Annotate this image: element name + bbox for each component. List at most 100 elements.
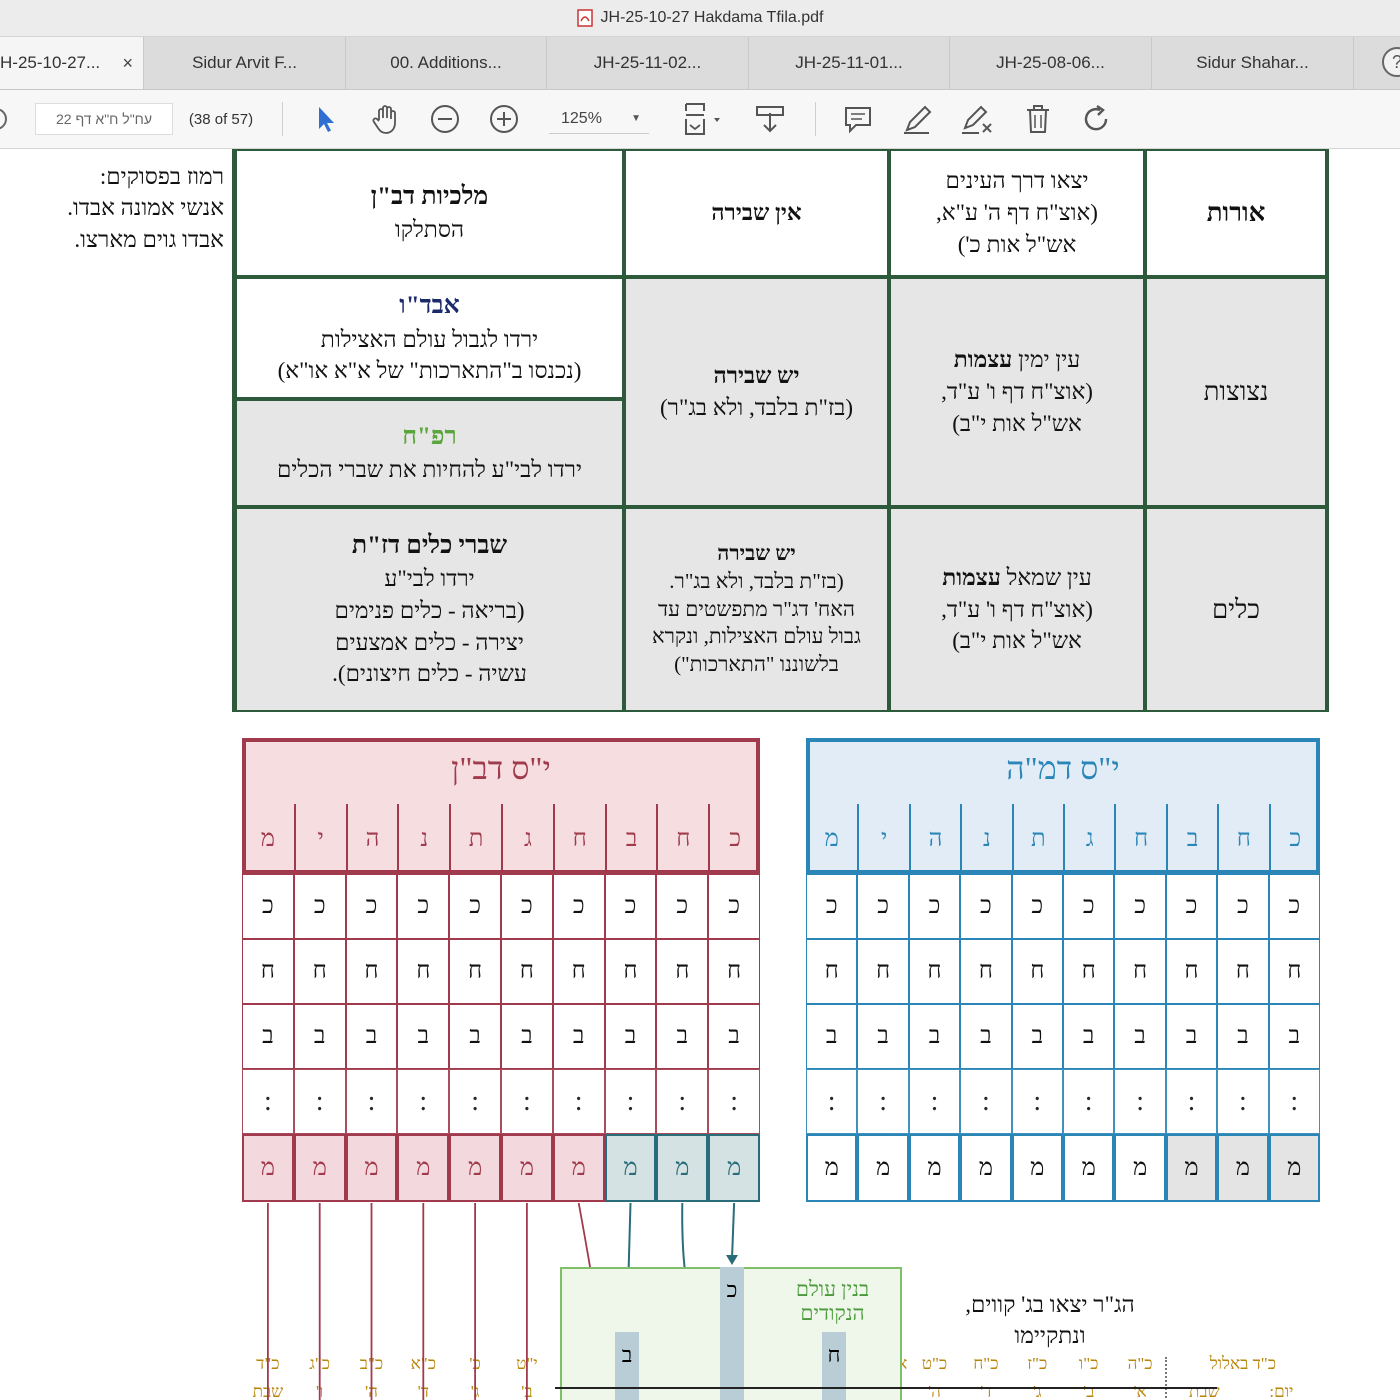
row3-col1: עין שמאל עצמות (אוצ"ח דף ו' ע"ד, אש"ל או…: [889, 507, 1145, 712]
grid-header-cell: י: [857, 804, 908, 874]
trash-icon[interactable]: [1018, 90, 1058, 148]
grid-cell: כ: [1063, 874, 1115, 939]
tab-sidur-shahar[interactable]: Sidur Shahar...: [1152, 37, 1354, 89]
zoom-in-icon[interactable]: [485, 90, 523, 148]
tab-label: H-25-10-27...: [0, 53, 101, 72]
grid-cell: ב: [1011, 1004, 1063, 1069]
tab-jh-25-11-01[interactable]: JH-25-11-01...: [749, 37, 950, 89]
grid-cell: :: [708, 1069, 760, 1134]
grid-cell: כ: [242, 874, 294, 939]
grid-cell: ב: [242, 1004, 294, 1069]
grid-cell: ח: [908, 939, 961, 1004]
sefirot-table: אורות יצאו דרך העינים (אוצ"ח דף ה' ע"א, …: [232, 149, 1329, 712]
grid-bottom-cell: מ: [242, 1134, 294, 1202]
grid-cell: ב: [708, 1004, 760, 1069]
grid-bottom-cell: מ: [908, 1134, 961, 1202]
grid-header-cell: ב: [604, 804, 657, 874]
close-icon[interactable]: ×: [122, 53, 133, 74]
comment-icon[interactable]: [838, 90, 878, 148]
grid-header-cell: נ: [960, 804, 1011, 874]
tab-sidur-arvit[interactable]: Sidur Arvit F...: [144, 37, 346, 89]
grid-cell: כ: [397, 874, 450, 939]
grid-title: י"ס דב"ן: [451, 750, 551, 786]
grid-bottom-cell: מ: [857, 1134, 909, 1202]
grid-cell: ח: [1114, 939, 1166, 1004]
grid-title: י"ס דמ"ה: [1006, 750, 1120, 786]
grid-cell: ב: [501, 1004, 553, 1069]
page-number-field[interactable]: עח"ל ח"א דף 22: [34, 90, 174, 148]
grid-header-cell: י: [293, 804, 346, 874]
chevron-down-icon: ▼: [631, 113, 641, 124]
tab-additions[interactable]: 00. Additions...: [346, 37, 547, 89]
grid-bottom-cell: מ: [1063, 1134, 1115, 1202]
help-icon[interactable]: ?: [1382, 47, 1400, 77]
grid-header-cell: ה: [345, 804, 398, 874]
bar-bet-label: ב: [621, 1342, 633, 1367]
grid-cell: ח: [501, 939, 553, 1004]
grid-cell: ב: [345, 1004, 398, 1069]
grid-header-cell: ח: [656, 804, 708, 874]
tab-hakdama[interactable]: H-25-10-27... ×: [0, 37, 144, 89]
grid-cell: :: [1217, 1069, 1269, 1134]
zoom-value: 125%: [561, 109, 602, 127]
grid-cell: כ: [345, 874, 398, 939]
grid-cell: :: [552, 1069, 605, 1134]
grid-cell: כ: [656, 874, 709, 939]
grid-cell: ח: [708, 939, 760, 1004]
row2-col3-rapach: רפ"ח ירדו לבי"ע להחיות את שברי הכלים: [235, 399, 624, 507]
grid-cell: ח: [656, 939, 709, 1004]
tab-label: JH-25-08-06...: [996, 53, 1105, 72]
grid-cell: כ: [552, 874, 605, 939]
grid-cell: :: [1114, 1069, 1166, 1134]
grid-cell: ב: [1165, 1004, 1218, 1069]
grid-cell: :: [501, 1069, 553, 1134]
grid-cell: כ: [806, 874, 858, 939]
pen-icon[interactable]: [898, 90, 938, 148]
highlighter-icon[interactable]: [956, 90, 998, 148]
zoom-select[interactable]: 125% ▼: [548, 90, 650, 148]
grid-bottom-cell: מ: [708, 1134, 760, 1202]
pdf-file-icon: [576, 9, 593, 27]
grid-cell: ב: [1114, 1004, 1166, 1069]
grid-cell: כ: [604, 874, 657, 939]
grid-bottom-cell: מ: [552, 1134, 605, 1202]
row2-col3-abdo: אבד"ו ירדו לגבול עולם האצילות (נכנסו ב"ה…: [235, 277, 624, 399]
toolbar: עח"ל ח"א דף 22 (38 of 57) 125% ▼: [0, 90, 1400, 149]
grid-cell: ב: [1217, 1004, 1269, 1069]
separator: [815, 102, 816, 136]
grid-cell: ח: [806, 939, 858, 1004]
download-icon[interactable]: [750, 90, 790, 148]
previous-page-icon[interactable]: [0, 90, 12, 148]
row1-header: אורות: [1145, 149, 1327, 277]
tab-jh-25-11-02[interactable]: JH-25-11-02...: [547, 37, 749, 89]
grid-cell: ב: [908, 1004, 961, 1069]
grid-header-cell: ח: [1217, 804, 1268, 874]
grid-header-cell: ב: [1165, 804, 1217, 874]
grid-cell: ב: [960, 1004, 1012, 1069]
grid-header-cell: מ: [260, 825, 276, 852]
rotate-icon[interactable]: [1076, 90, 1116, 148]
grid-header-cell: נ: [397, 804, 449, 874]
grid-cell: ח: [1217, 939, 1269, 1004]
select-arrow-icon[interactable]: [308, 90, 344, 148]
page-fit-icon[interactable]: [675, 90, 727, 148]
hand-icon[interactable]: [366, 90, 406, 148]
grid-cell: :: [1268, 1069, 1320, 1134]
grid-cell: ב: [552, 1004, 605, 1069]
grid-cell: ח: [857, 939, 909, 1004]
grid-cell: כ: [960, 874, 1012, 939]
grid-cell: ח: [960, 939, 1012, 1004]
grid-cell: כ: [501, 874, 553, 939]
grid-cell: :: [345, 1069, 398, 1134]
grid-cell: :: [1165, 1069, 1218, 1134]
row1-col2: אין שבירה: [624, 149, 889, 277]
grid-header-cell: ח: [1114, 804, 1165, 874]
grid-cell: ח: [397, 939, 450, 1004]
grid-bottom-cell: מ: [1165, 1134, 1218, 1202]
grid-cell: ח: [552, 939, 605, 1004]
zoom-out-icon[interactable]: [426, 90, 464, 148]
grid-cell: :: [806, 1069, 858, 1134]
tab-jh-25-08-06[interactable]: JH-25-08-06...: [950, 37, 1152, 89]
grid-bottom-cell: מ: [1114, 1134, 1166, 1202]
grid-cell: כ: [908, 874, 961, 939]
